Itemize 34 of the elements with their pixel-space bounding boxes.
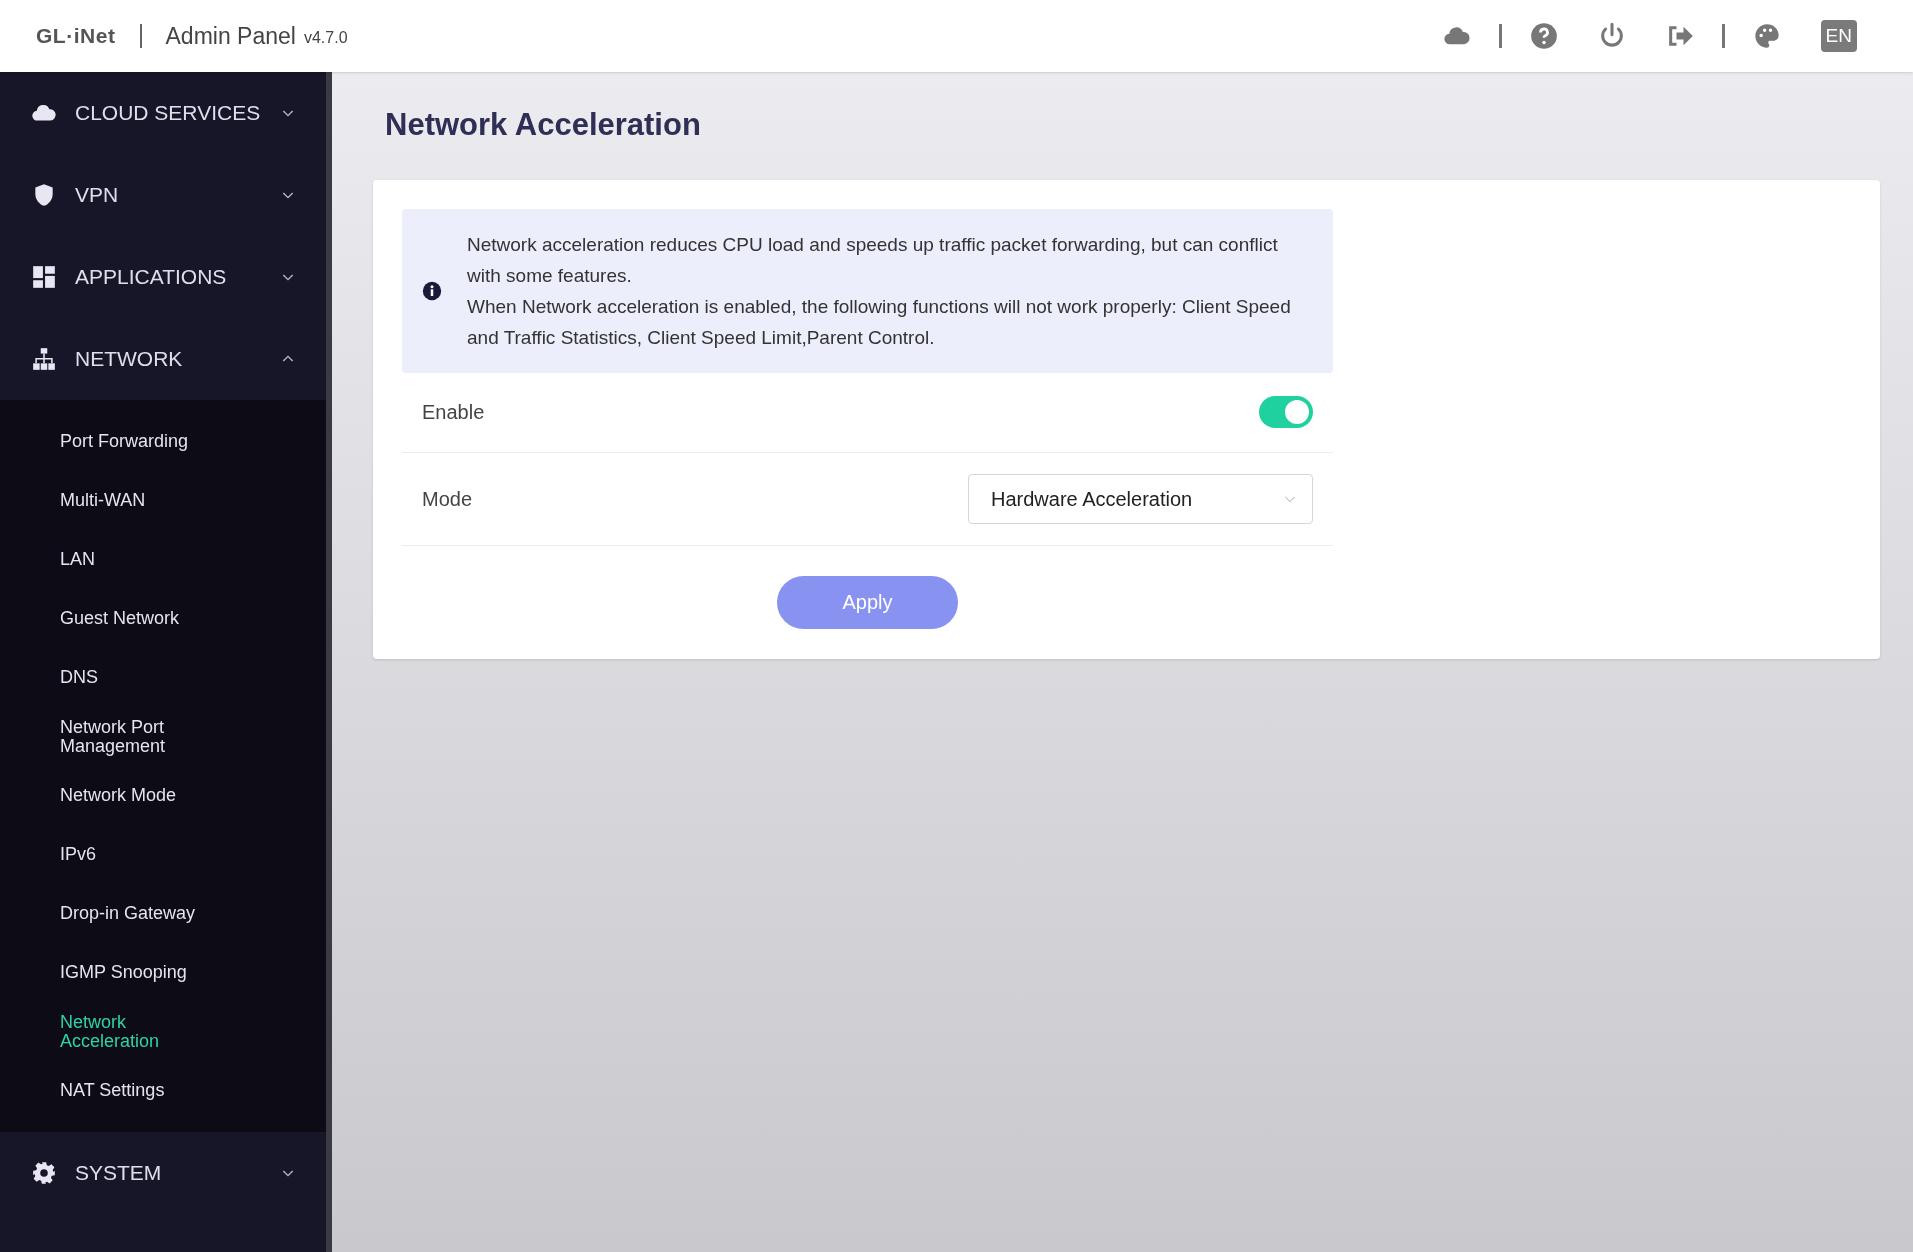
submenu-item[interactable]: Network Mode <box>0 766 326 825</box>
submenu-item[interactable]: Port Forwarding <box>0 412 326 471</box>
toggle-switch[interactable] <box>1259 396 1313 428</box>
submenu-item[interactable]: NAT Settings <box>0 1061 326 1120</box>
sidebar-section[interactable]: SYSTEM <box>0 1132 326 1214</box>
help-icon[interactable] <box>1529 22 1558 50</box>
submenu-item[interactable]: Drop-in Gateway <box>0 884 326 943</box>
submenu-item[interactable]: IPv6 <box>0 825 326 884</box>
sidebar-section[interactable]: CLOUD SERVICES <box>0 72 326 154</box>
sidebar-section[interactable]: APPLICATIONS <box>0 236 326 318</box>
submenu-item[interactable]: Guest Network <box>0 589 326 648</box>
submenu-item[interactable]: Network Port Management <box>0 707 326 766</box>
setting-label: Mode <box>422 486 473 512</box>
page-title: Network Acceleration <box>385 106 702 144</box>
notice-text: Network acceleration reduces CPU load and speeds up traffic packet forwarding, but can conflict with some features. <box>467 232 1279 288</box>
app-title: Admin Panel <box>165 21 296 51</box>
info-icon <box>422 280 442 301</box>
palette-icon[interactable] <box>1752 22 1781 50</box>
submenu-item[interactable]: IGMP Snooping <box>0 943 326 1002</box>
grid-icon <box>31 264 57 290</box>
language-button[interactable]: EN <box>1820 19 1857 53</box>
version-label: v4.7.0 <box>303 28 348 48</box>
sidebar-section[interactable]: NETWORK <box>0 318 326 400</box>
submenu-item[interactable]: DNS <box>0 648 326 707</box>
notice-text: When Network acceleration is enabled, the following functions will not work properly: Client Speed and Traffic Statistics, Client Speed Limit,Parent Control. <box>467 294 1292 350</box>
submenu-item[interactable]: Network Acceleration <box>0 1002 326 1061</box>
setting-label: Enable <box>422 400 485 425</box>
brand-logo: GL·iNet <box>36 23 116 50</box>
submenu-item[interactable]: LAN <box>0 530 326 589</box>
submenu-item[interactable]: Multi-WAN <box>0 471 326 530</box>
sidebar-section[interactable]: VPN <box>0 154 326 236</box>
gear-icon <box>31 1160 57 1186</box>
mode-select[interactable]: Hardware Acceleration <box>968 473 1313 524</box>
network-icon <box>31 346 57 372</box>
